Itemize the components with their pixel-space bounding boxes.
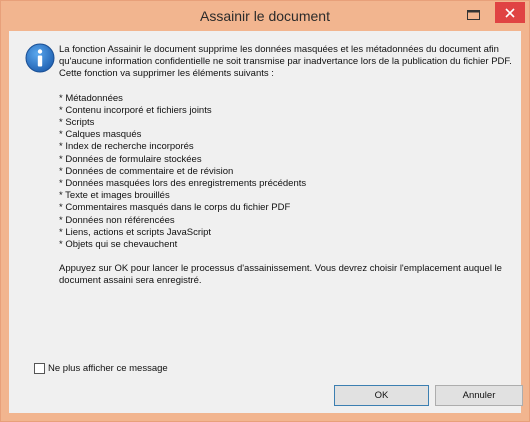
ok-button[interactable]: OK bbox=[334, 385, 429, 406]
dialog-window: Assainir le document La fonction Assaini… bbox=[0, 0, 530, 422]
list-item: * Scripts bbox=[59, 117, 95, 129]
list-item: * Commentaires masqués dans le corps du … bbox=[59, 202, 291, 214]
list-item: * Métadonnées bbox=[59, 92, 123, 104]
dialog-title: Assainir le document bbox=[200, 8, 330, 24]
list-item: * Liens, actions et scripts JavaScript bbox=[59, 226, 212, 238]
list-item: * Données non référencées bbox=[59, 214, 175, 226]
list-item: * Contenu incorporé et fichiers joints bbox=[59, 104, 212, 116]
title-bar[interactable]: Assainir le document bbox=[1, 1, 529, 31]
list-item: * Données de formulaire stockées bbox=[59, 153, 202, 165]
list-item: * Données masquées lors des enregistreme… bbox=[59, 178, 307, 190]
list-item: * Objets qui se chevauchent bbox=[59, 239, 178, 251]
cancel-button[interactable]: Annuler bbox=[435, 385, 523, 406]
list-item: * Données de commentaire et de révision bbox=[59, 165, 234, 177]
intro-paragraph: La fonction Assainir le document supprim… bbox=[59, 44, 512, 80]
close-button[interactable] bbox=[495, 2, 525, 23]
checkbox-label: Ne plus afficher ce message bbox=[48, 363, 168, 374]
restore-icon[interactable] bbox=[467, 10, 480, 20]
list-item: * Index de recherche incorporés bbox=[59, 141, 194, 153]
dont-show-again-checkbox[interactable] bbox=[34, 363, 45, 374]
list-item: * Calques masqués bbox=[59, 129, 142, 141]
removed-items-list: * Métadonnées * Contenu incorporé et fic… bbox=[59, 93, 521, 252]
dont-show-again-option[interactable]: Ne plus afficher ce message bbox=[34, 363, 168, 374]
list-item: * Texte et images brouillés bbox=[59, 190, 170, 202]
message-text: La fonction Assainir le document supprim… bbox=[59, 44, 521, 288]
close-icon bbox=[505, 7, 515, 18]
info-icon bbox=[25, 43, 55, 73]
outro-paragraph: Appuyez sur OK pour lancer le processus … bbox=[59, 263, 502, 287]
